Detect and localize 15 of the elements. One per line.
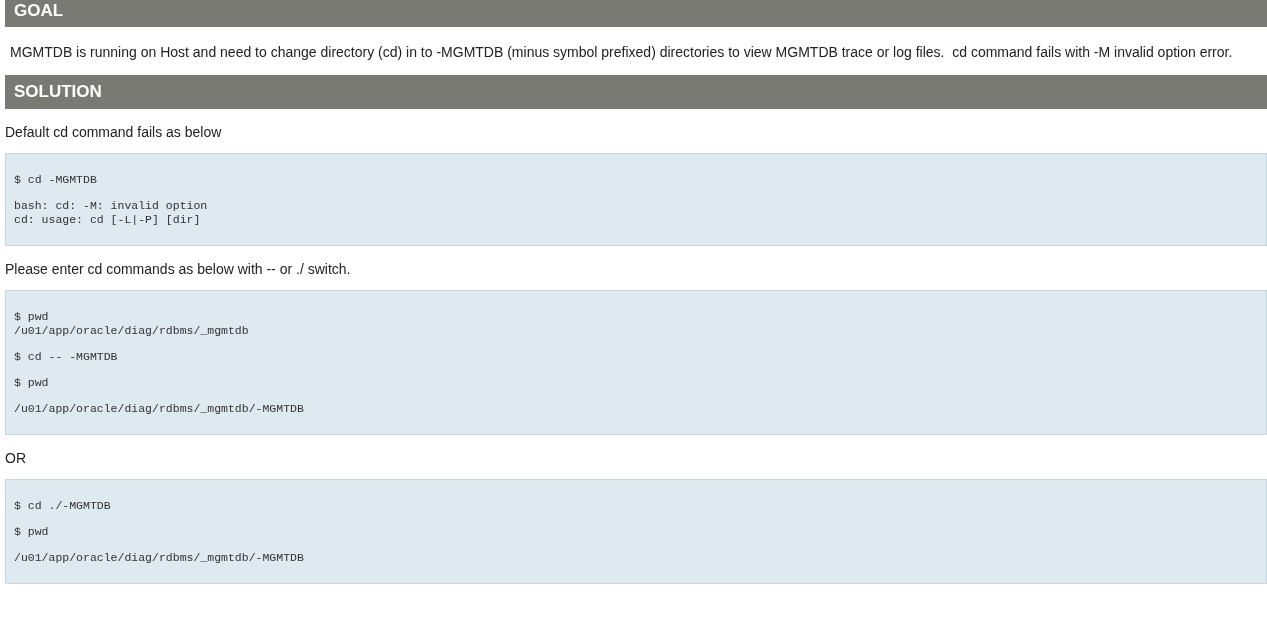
paragraph: Please enter cd commands as below with -- or ./ switch. — [5, 260, 352, 279]
section-heading: SOLUTION — [5, 75, 1267, 109]
code-text: bash: cd: -M: invalid option cd: usage: cd [-L|-P] [dir] — [14, 199, 209, 227]
code-text: $ pwd /u01/app/oracle/diag/rdbms/_mgmtdb — [14, 310, 250, 338]
code-text: $ pwd — [14, 376, 50, 390]
code-text: $ cd ./-MGMTDB — [14, 499, 112, 513]
code-text: $ cd -- -MGMTDB — [14, 350, 119, 364]
paragraph: Default cd command fails as below — [5, 123, 223, 142]
code-text: /u01/app/oracle/diag/rdbms/_mgmtdb/-MGMTDB — [14, 551, 305, 565]
paragraph: MGMTDB is running on Host and need to change directory (cd) in to -MGMTDB (minus symbol prefixed) directories to view MGMTDB trace or log files. cd command fails with -M invalid option error. — [9, 43, 1234, 62]
section-heading: GOAL — [5, 0, 1267, 27]
code-text: $ cd -MGMTDB — [14, 173, 98, 187]
code-text: $ pwd — [14, 525, 50, 539]
paragraph: OR — [5, 449, 27, 468]
code-text: /u01/app/oracle/diag/rdbms/_mgmtdb/-MGMTDB — [14, 402, 305, 416]
